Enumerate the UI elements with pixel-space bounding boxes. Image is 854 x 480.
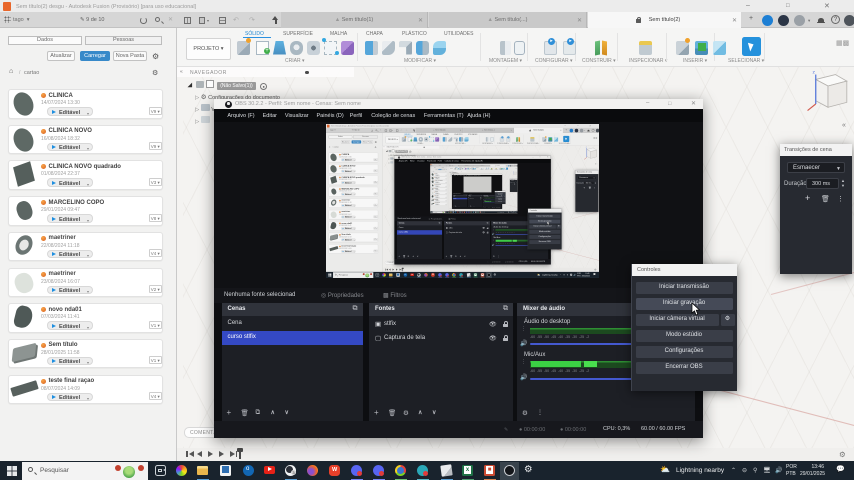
svg-text:z: z bbox=[812, 71, 815, 76]
svg-text:z: z bbox=[513, 171, 514, 172]
